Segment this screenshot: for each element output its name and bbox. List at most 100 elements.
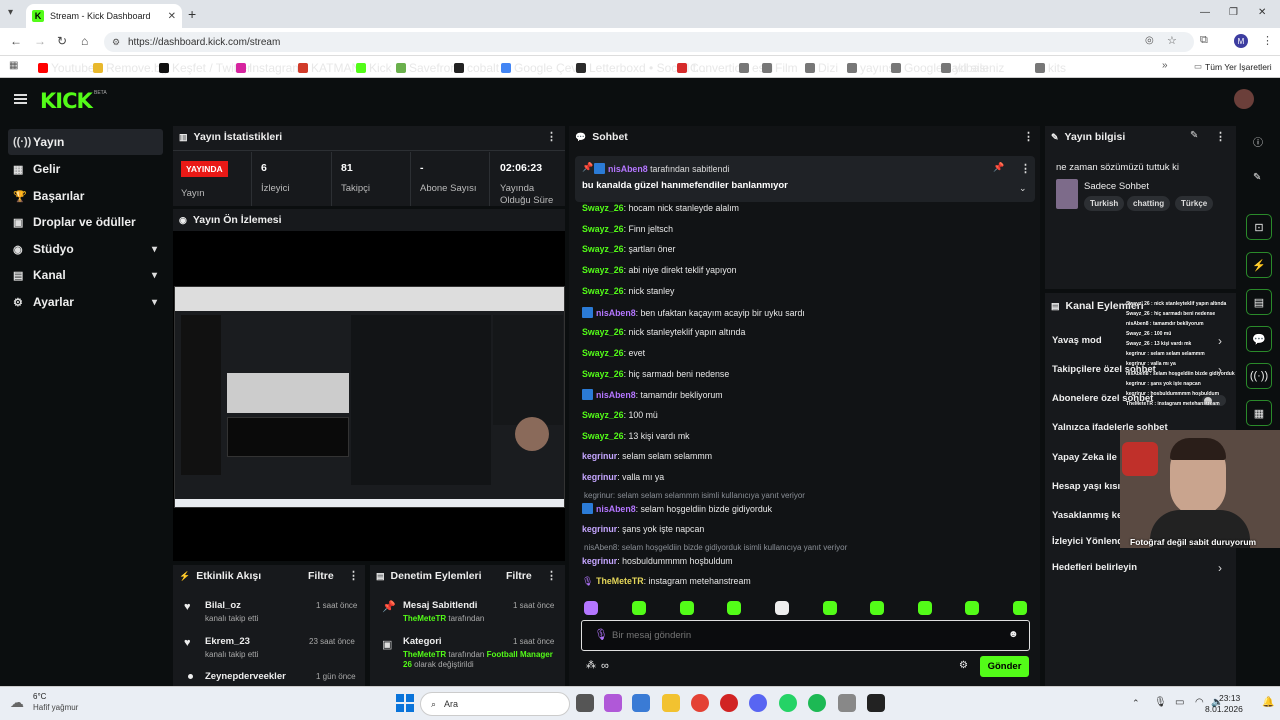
emote-icon[interactable] xyxy=(823,601,837,615)
chat-username[interactable]: TheMeteTR xyxy=(596,576,643,586)
chat-username[interactable]: kegrinur xyxy=(582,556,617,566)
chat-username[interactable]: Swayz_26 xyxy=(582,369,624,379)
chat-username[interactable]: Swayz_26 xyxy=(582,224,624,234)
opera-icon[interactable] xyxy=(720,694,738,712)
close-window-icon[interactable]: ✕ xyxy=(1258,7,1266,18)
bookmark-item[interactable]: Google Çeviri xyxy=(501,61,587,75)
mic-icon[interactable]: 🎙 xyxy=(594,628,608,641)
stats-menu-icon[interactable]: ⋮ xyxy=(546,130,557,143)
emote-icon[interactable] xyxy=(632,601,646,615)
weather-desc[interactable]: Hafif yağmur xyxy=(33,703,78,712)
bookmark-item[interactable]: KATMAN xyxy=(298,61,360,75)
bookmark-item[interactable]: Film xyxy=(762,61,798,75)
chat-username[interactable]: Swayz_26 xyxy=(582,410,624,420)
chrome-icon[interactable] xyxy=(691,694,709,712)
chat-input[interactable] xyxy=(612,626,992,644)
bookmark-item[interactable]: Remove.bg xyxy=(93,61,167,75)
chevron-down-icon[interactable]: ▾ xyxy=(152,297,157,308)
taskbar-search[interactable]: ⌕ Ara xyxy=(420,692,570,716)
modlog-actor[interactable]: TheMeteTR xyxy=(403,650,446,659)
wifi-icon[interactable]: ◠ xyxy=(1195,697,1204,708)
tab-close-icon[interactable]: ✕ xyxy=(168,11,176,22)
pinned-menu-icon[interactable]: ⋮ xyxy=(1020,162,1031,175)
notifications-icon[interactable]: 🔔 xyxy=(1262,697,1274,708)
user-avatar[interactable] xyxy=(1234,89,1254,109)
bookmark-item[interactable]: Instagram xyxy=(236,61,302,75)
chat-username[interactable]: nisAben8 xyxy=(596,390,636,400)
clock-time[interactable]: 23:13 xyxy=(1219,693,1240,703)
modlog-actor[interactable]: TheMeteTR xyxy=(403,614,446,623)
sidebar-item[interactable]: ▤ Kanal ▾ xyxy=(8,262,163,288)
rail-button-chat[interactable]: 💬 xyxy=(1246,326,1272,352)
tag-chip[interactable]: Türkçe xyxy=(1175,196,1214,211)
bookmark-item[interactable]: Youtube xyxy=(38,61,95,75)
emoji-picker-icon[interactable]: ☻ xyxy=(1008,629,1019,640)
emote-icon[interactable] xyxy=(870,601,884,615)
bookmark-item[interactable]: Savefrom xyxy=(396,61,460,75)
bookmark-item[interactable]: kits xyxy=(1035,61,1066,75)
chat-settings-icon[interactable]: ⚙ xyxy=(959,660,968,671)
new-tab-button[interactable]: + xyxy=(188,6,196,22)
emote-icon[interactable] xyxy=(680,601,694,615)
rail-button-bolt[interactable]: ⚡ xyxy=(1246,252,1272,278)
apps-grid-icon[interactable]: ▦ xyxy=(9,60,18,71)
app-icon[interactable] xyxy=(867,694,885,712)
info-menu-icon[interactable]: ⋮ xyxy=(1215,130,1226,143)
chat-username[interactable]: Swayz_26 xyxy=(582,348,624,358)
copilot-icon[interactable] xyxy=(604,694,622,712)
start-button[interactable] xyxy=(396,694,414,712)
rail-button-stack[interactable]: ▦ xyxy=(1246,400,1272,426)
category-thumbnail[interactable] xyxy=(1056,179,1078,209)
bookmark-item[interactable]: cobalt xyxy=(454,61,499,75)
sidebar-item[interactable]: ▦ Gelir xyxy=(8,156,163,182)
task-view-icon[interactable] xyxy=(576,694,594,712)
url-field[interactable]: https://dashboard.kick.com/stream xyxy=(104,32,1194,52)
bookmark-item[interactable]: Convertio xyxy=(677,61,741,75)
reload-icon[interactable]: ↻ xyxy=(57,34,67,48)
weather-icon[interactable]: ☁ xyxy=(10,694,24,711)
sidebar-item[interactable]: 🏆 Başarılar xyxy=(8,183,163,209)
info-circle-icon[interactable]: ⓘ xyxy=(1253,134,1263,149)
activity-username[interactable]: Ekrem_23 xyxy=(205,636,250,647)
chat-username[interactable]: Swayz_26 xyxy=(582,286,624,296)
kick-logo[interactable]: KICK xyxy=(40,89,93,113)
extensions-icon[interactable]: ⧉ xyxy=(1200,34,1208,47)
chat-username[interactable]: kegrinur xyxy=(582,451,617,461)
whatsapp-icon[interactable] xyxy=(779,694,797,712)
discord-icon[interactable] xyxy=(749,694,767,712)
unpin-icon[interactable]: 📌 xyxy=(993,162,1004,173)
chat-username[interactable]: Swayz_26 xyxy=(582,265,624,275)
tray-chevron-icon[interactable]: ⌃ xyxy=(1132,698,1140,709)
emote-icon[interactable] xyxy=(727,601,741,615)
more-bookmarks-icon[interactable]: » xyxy=(1162,60,1168,71)
tab-list-icon[interactable]: ▾ xyxy=(8,7,13,18)
store-icon[interactable] xyxy=(838,694,856,712)
tray-icon[interactable]: ▭ xyxy=(1175,697,1184,708)
sidebar-item[interactable]: ◉ Stüdyo ▾ xyxy=(8,236,163,262)
chat-username[interactable]: kegrinur xyxy=(582,524,617,534)
modlog-menu-icon[interactable]: ⋮ xyxy=(546,569,557,582)
mic-tray-icon[interactable]: 🎙 xyxy=(1154,697,1167,708)
emote-icon[interactable] xyxy=(1013,601,1027,615)
spotify-icon[interactable] xyxy=(808,694,826,712)
edit-info-icon[interactable]: ✎ xyxy=(1190,130,1198,141)
minimize-icon[interactable]: — xyxy=(1200,7,1210,18)
emote-icon[interactable] xyxy=(918,601,932,615)
profile-avatar[interactable]: M xyxy=(1234,34,1248,48)
chevron-down-icon[interactable]: ▾ xyxy=(152,270,157,281)
sidebar-item[interactable]: ⚙ Ayarlar ▾ xyxy=(8,289,163,315)
emote-icon[interactable] xyxy=(965,601,979,615)
rail-button-log[interactable]: ▤ xyxy=(1246,289,1272,315)
eye-off-icon[interactable]: ◎ xyxy=(1145,35,1154,46)
bookmark-item[interactable]: Dizi xyxy=(805,61,838,75)
clock-date[interactable]: 8.01.2026 xyxy=(1205,704,1243,714)
chevron-down-icon[interactable]: ⌄ xyxy=(1019,183,1027,194)
bookmark-star-icon[interactable]: ☆ xyxy=(1167,34,1177,47)
sidebar-item[interactable]: ▣ Droplar ve ödüller xyxy=(8,209,163,235)
chat-username[interactable]: nisAben8 xyxy=(596,504,636,514)
forward-icon[interactable]: → xyxy=(34,34,46,48)
bookmark-item[interactable]: yılbası xyxy=(941,61,989,75)
chat-username[interactable]: Swayz_26 xyxy=(582,203,624,213)
chat-menu-icon[interactable]: ⋮ xyxy=(1023,130,1034,143)
browser-tab-active[interactable]: K Stream - Kick Dashboard ✕ xyxy=(26,4,182,28)
